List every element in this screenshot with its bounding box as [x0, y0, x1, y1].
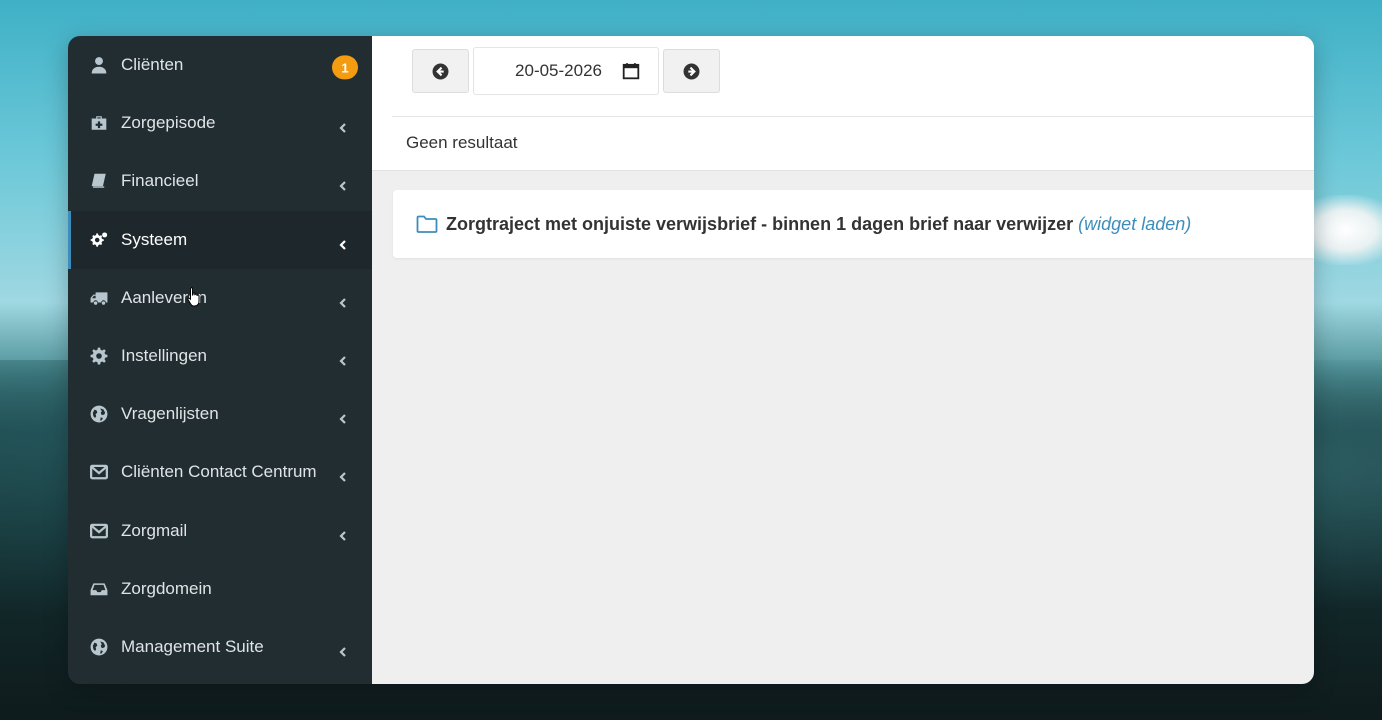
- sidebar-item-management-suite[interactable]: Management Suite: [68, 618, 372, 676]
- sidebar-item-label: Zorgepisode: [121, 113, 216, 133]
- sidebar-item-zorgdomein[interactable]: Zorgdomein: [68, 560, 372, 618]
- notification-badge: 1: [332, 55, 358, 80]
- load-widget-link[interactable]: (widget laden): [1078, 214, 1191, 235]
- main-content: 20-05-2026 Geen resultaat Zorgtraject me…: [372, 36, 1314, 684]
- sidebar-item-label: Systeem: [121, 229, 188, 249]
- medkit-icon: [90, 114, 108, 132]
- sidebar-item-label: Zorgmail: [121, 520, 188, 540]
- date-value: 20-05-2026: [515, 61, 602, 80]
- calendar-icon[interactable]: [622, 62, 640, 80]
- book-icon: [90, 172, 108, 190]
- sidebar-item-instellingen[interactable]: Instellingen: [68, 327, 372, 385]
- chevron-left-icon: [338, 526, 348, 541]
- widget-card: Zorgtraject met onjuiste verwijsbrief - …: [393, 190, 1314, 258]
- chevron-left-icon: [338, 293, 348, 308]
- truck-icon: [90, 289, 108, 307]
- arrow-circle-right-icon: [683, 63, 700, 79]
- sidebar-item-label: Management Suite: [121, 636, 264, 656]
- arrow-circle-left-icon: [432, 63, 449, 79]
- date-toolbar: 20-05-2026: [412, 47, 720, 95]
- sidebar-item-label: Cliënten: [121, 55, 184, 75]
- next-day-button[interactable]: [663, 49, 720, 93]
- chevron-left-icon: [338, 118, 348, 134]
- widget-title: Zorgtraject met onjuiste verwijsbrief - …: [446, 213, 1074, 234]
- chevron-left-icon: [338, 351, 348, 366]
- user-icon: [90, 56, 108, 74]
- sidebar-item-clienten-contact-centrum[interactable]: Cliënten Contact Centrum: [68, 443, 372, 501]
- app-window: Cliënten 1 Zorgepisode Financieel Systee…: [68, 36, 1314, 684]
- no-results-text: Geen resultaat: [406, 133, 518, 152]
- sidebar-item-zorgmail[interactable]: Zorgmail: [68, 502, 372, 560]
- sidebar-item-label: Cliënten Contact Centrum: [121, 462, 317, 482]
- envelope-icon: [90, 522, 108, 540]
- sidebar-item-label: Vragenlijsten: [121, 404, 219, 424]
- chevron-left-icon: [338, 642, 348, 657]
- folder-icon: [416, 215, 438, 233]
- sidebar-item-financieel[interactable]: Financieel: [68, 152, 372, 210]
- chevron-left-icon: [338, 176, 348, 192]
- sidebar-item-label: Instellingen: [121, 346, 208, 366]
- globe-icon: [90, 638, 108, 656]
- inbox-icon: [90, 580, 108, 598]
- chevron-left-icon: [338, 467, 348, 483]
- date-filter-card: 20-05-2026 Geen resultaat: [372, 36, 1314, 171]
- sidebar-item-vragenlijsten[interactable]: Vragenlijsten: [68, 385, 372, 443]
- divider: [392, 116, 1314, 117]
- globe-icon: [90, 405, 108, 423]
- sidebar-item-aanleveren[interactable]: Aanleveren: [68, 269, 372, 327]
- sidebar-item-clienten[interactable]: Cliënten 1: [68, 36, 372, 94]
- chevron-left-icon: [338, 409, 348, 424]
- gear-icon: [90, 347, 108, 365]
- envelope-icon: [90, 463, 108, 481]
- previous-day-button[interactable]: [412, 49, 469, 93]
- sidebar-item-label: Financieel: [121, 171, 199, 191]
- date-input[interactable]: 20-05-2026: [473, 47, 659, 95]
- sidebar-item-zorgepisode[interactable]: Zorgepisode: [68, 94, 372, 152]
- chevron-left-icon: [338, 235, 348, 250]
- gears-icon: [90, 231, 108, 249]
- sidebar: Cliënten 1 Zorgepisode Financieel Systee…: [68, 36, 372, 684]
- hand-cursor-icon: [186, 286, 202, 308]
- sidebar-item-label: Zorgdomein: [121, 578, 212, 598]
- sidebar-item-systeem[interactable]: Systeem: [68, 210, 372, 269]
